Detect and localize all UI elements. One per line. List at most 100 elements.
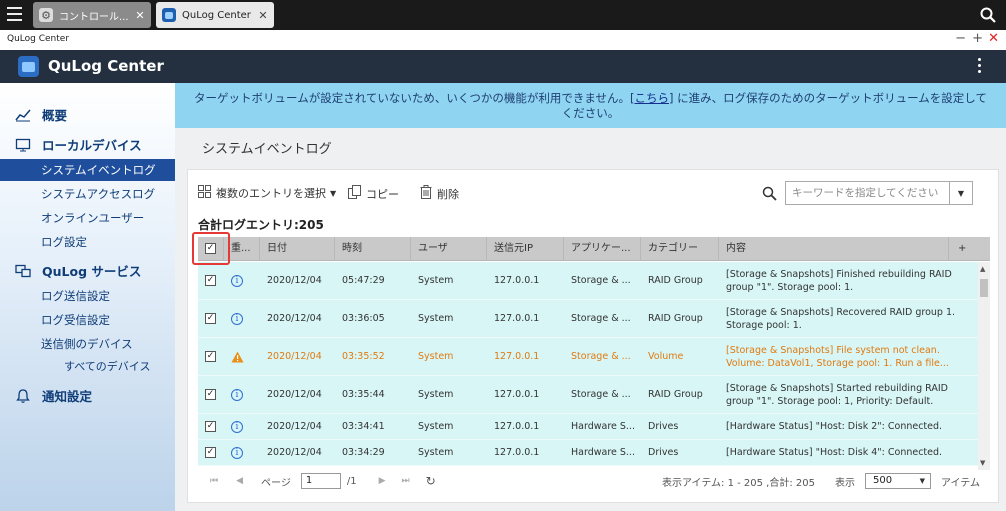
cell-content: [Hardware Status] "Host: Disk 4": Connec… xyxy=(726,447,943,458)
cell-category: RAID Group xyxy=(648,389,703,400)
sidebar-item-log-receiver[interactable]: ログ受信設定 xyxy=(0,309,175,331)
table-row[interactable]: ✓ i 2020/12/04 03:34:41 System 127.0.0.1 Hardw… xyxy=(198,414,978,440)
table-cell: RAID Group xyxy=(641,300,719,337)
sidebar-item-log-sender[interactable]: ログ送信設定 xyxy=(0,285,175,307)
row-checkbox[interactable]: ✓ xyxy=(205,389,216,400)
more-options-icon[interactable] xyxy=(978,58,982,73)
search-input[interactable] xyxy=(786,182,949,204)
devices-icon xyxy=(14,263,32,279)
scroll-thumb[interactable] xyxy=(980,279,988,297)
banner-link[interactable]: こちら xyxy=(635,91,670,105)
table-cell: 2020/12/04 xyxy=(260,338,335,375)
column-header-source-ip[interactable]: 送信元IP xyxy=(487,237,564,261)
per-page-select[interactable]: 500 xyxy=(865,473,931,489)
cell-category: RAID Group xyxy=(648,313,703,324)
cell-time: 03:34:29 xyxy=(342,447,385,458)
row-checkbox[interactable]: ✓ xyxy=(205,313,216,324)
search-icon[interactable] xyxy=(980,7,996,23)
sidebar-item-sender-devices[interactable]: 送信側のデバイス xyxy=(0,333,175,355)
log-table: ✓ 重... 日付 時刻 ユーザ 送信元IP アプリケー... カテゴリー 内容… xyxy=(198,237,990,470)
app-title: QuLog Center xyxy=(48,57,164,75)
table-cell: 03:34:41 xyxy=(335,414,411,439)
scroll-up-icon[interactable]: ▲ xyxy=(980,265,985,273)
column-header-time[interactable]: 時刻 xyxy=(335,237,411,261)
table-cell: Storage & ... xyxy=(564,376,641,413)
table-cell: System xyxy=(411,376,487,413)
nav-local-devices[interactable]: ローカルデバイス xyxy=(14,135,142,154)
nav-qulog-service[interactable]: QuLog サービス xyxy=(14,261,141,280)
nav-overview[interactable]: 概要 xyxy=(14,105,67,124)
select-multiple-label: 複数のエントリを選択 xyxy=(216,187,326,200)
column-header-content[interactable]: 内容 xyxy=(719,237,949,261)
nav-notification[interactable]: 通知設定 xyxy=(14,386,92,405)
page-number-input[interactable]: 1 xyxy=(300,473,341,489)
copy-button[interactable]: コピー xyxy=(348,185,399,202)
row-checkbox[interactable]: ✓ xyxy=(205,421,216,432)
last-page-icon[interactable]: ⏭ xyxy=(402,476,410,486)
table-cell: 03:36:05 xyxy=(335,300,411,337)
select-all-highlight xyxy=(192,232,230,265)
search-icon[interactable] xyxy=(762,186,777,201)
minimize-button[interactable]: − xyxy=(955,32,966,46)
table-cell: 127.0.0.1 xyxy=(487,300,564,337)
table-cell: 127.0.0.1 xyxy=(487,376,564,413)
items-label: アイテム xyxy=(941,477,980,489)
column-header-application[interactable]: アプリケー... xyxy=(564,237,641,261)
scroll-down-icon[interactable]: ▼ xyxy=(980,459,985,467)
cell-source-ip: 127.0.0.1 xyxy=(494,421,540,432)
cell-date: 2020/12/04 xyxy=(267,421,322,432)
table-cell: ✓ xyxy=(198,262,224,299)
table-row[interactable]: ✓ i 2020/12/04 03:34:29 System 127.0.0.1 Hardw… xyxy=(198,440,978,466)
row-checkbox[interactable]: ✓ xyxy=(205,351,216,362)
maximize-button[interactable]: + xyxy=(972,32,983,46)
table-cell: i xyxy=(224,376,260,413)
table-row[interactable]: ✓ 2020/12/04 03:35:52 System 127.0.0.1 Storag… xyxy=(198,338,978,376)
sidebar-item-system-event-log[interactable]: システムイベントログ xyxy=(0,159,175,181)
select-multiple-button[interactable]: 複数のエントリを選択 ▼ xyxy=(198,185,336,201)
refresh-icon[interactable]: ↻ xyxy=(426,474,436,488)
vertical-scrollbar[interactable]: ▲ ▼ xyxy=(978,262,990,470)
table-row[interactable]: ✓ i 2020/12/04 03:36:05 System 127.0.0.1 Stora… xyxy=(198,300,978,338)
cell-content: [Storage & Snapshots] File system not cl… xyxy=(726,344,949,369)
search-dropdown-button[interactable]: ▼ xyxy=(949,182,972,204)
next-page-icon[interactable]: ▶ xyxy=(379,476,386,486)
close-tab-icon[interactable]: ✕ xyxy=(256,9,270,22)
first-page-icon[interactable]: ⏮ xyxy=(210,476,218,486)
hamburger-menu-icon[interactable] xyxy=(7,7,22,21)
qulog-icon xyxy=(162,8,176,22)
cell-source-ip: 127.0.0.1 xyxy=(494,275,540,286)
close-tab-icon[interactable]: ✕ xyxy=(133,9,147,22)
table-cell: 127.0.0.1 xyxy=(487,338,564,375)
cell-application: Hardware S... xyxy=(571,447,635,458)
os-taskbar: ⚙ コントロール... ✕ QuLog Center ✕ xyxy=(0,0,1006,30)
table-cell: System xyxy=(411,440,487,465)
row-checkbox[interactable]: ✓ xyxy=(205,447,216,458)
table-cell: 2020/12/04 xyxy=(260,440,335,465)
table-row[interactable]: ✓ i 2020/12/04 03:35:44 System 127.0.0.1 Stora… xyxy=(198,376,978,414)
nav-label: 通知設定 xyxy=(42,389,93,404)
sidebar-item-log-settings[interactable]: ログ設定 xyxy=(0,231,175,253)
row-checkbox[interactable]: ✓ xyxy=(205,275,216,286)
table-cell: 2020/12/04 xyxy=(260,300,335,337)
tab-control-panel[interactable]: ⚙ コントロール... ✕ xyxy=(33,2,151,28)
sidebar-item-system-access-log[interactable]: システムアクセスログ xyxy=(0,183,175,205)
column-header-category[interactable]: カテゴリー xyxy=(641,237,719,261)
cell-application: Storage & ... xyxy=(571,275,631,286)
table-cell: Storage & ... xyxy=(564,262,641,299)
nav-label: 概要 xyxy=(42,108,68,123)
column-header-user[interactable]: ユーザ xyxy=(411,237,487,261)
cell-content: [Hardware Status] "Host: Disk 2": Connec… xyxy=(726,421,943,432)
column-header-date[interactable]: 日付 xyxy=(260,237,335,261)
prev-page-icon[interactable]: ◀ xyxy=(236,476,243,486)
close-window-button[interactable]: ✕ xyxy=(988,32,999,46)
add-column-button[interactable]: + xyxy=(949,237,990,261)
cell-source-ip: 127.0.0.1 xyxy=(494,313,540,324)
sidebar-item-all-devices[interactable]: すべてのデバイス xyxy=(0,356,175,378)
search-area: ▼ xyxy=(762,181,973,205)
table-cell: System xyxy=(411,338,487,375)
table-row[interactable]: ✓ i 2020/12/04 05:47:29 System 127.0.0.1 Stora… xyxy=(198,262,978,300)
delete-button[interactable]: 削除 xyxy=(420,185,459,202)
tab-qulog-center[interactable]: QuLog Center ✕ xyxy=(156,2,274,28)
info-icon: i xyxy=(231,312,243,325)
sidebar-item-online-users[interactable]: オンラインユーザー xyxy=(0,207,175,229)
